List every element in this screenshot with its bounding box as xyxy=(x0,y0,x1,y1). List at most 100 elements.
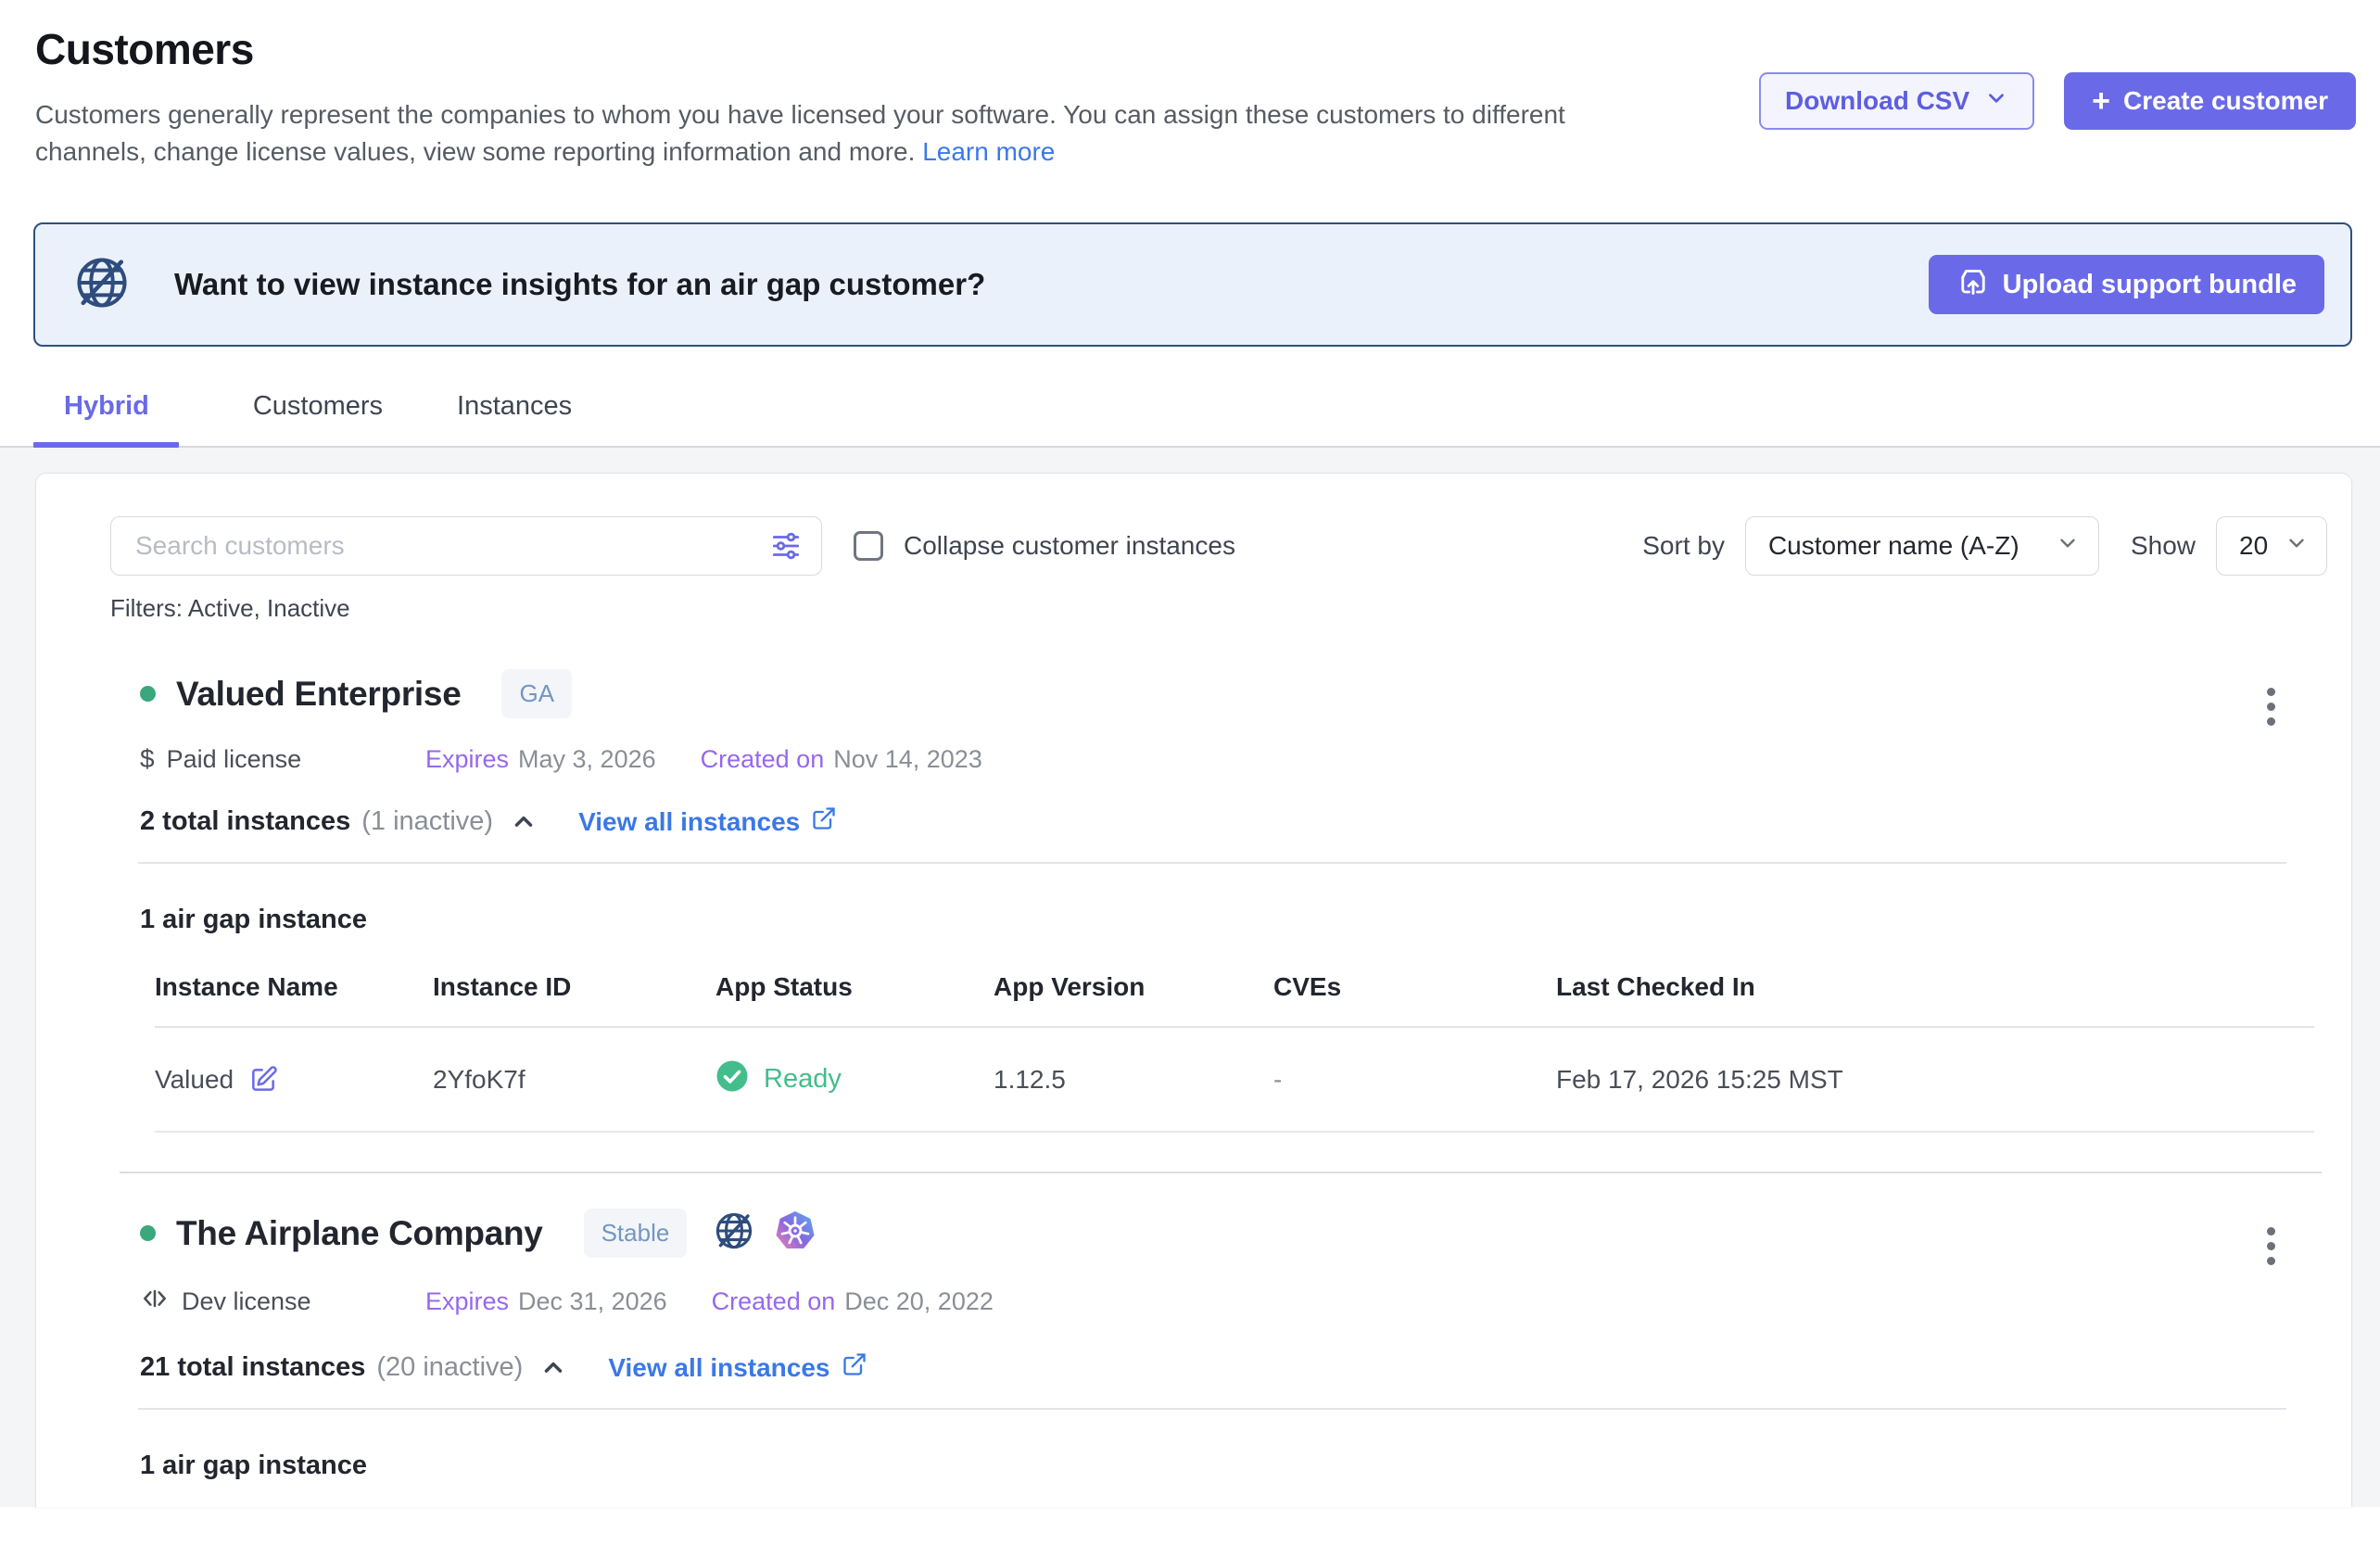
sort-select-value: Customer name (A-Z) xyxy=(1768,531,2019,561)
divider xyxy=(138,862,2286,864)
last-checked-in: Feb 17, 2026 15:25 MST xyxy=(1556,1027,2314,1132)
show-label: Show xyxy=(2131,531,2196,561)
active-filters-text: Filters: Active, Inactive xyxy=(110,594,2351,623)
learn-more-link[interactable]: Learn more xyxy=(922,137,1055,166)
sort-select[interactable]: Customer name (A-Z) xyxy=(1745,516,2099,576)
page-title: Customers xyxy=(35,24,2352,74)
chevron-down-icon xyxy=(2056,531,2080,562)
upload-bundle-label: Upload support bundle xyxy=(2003,270,2297,300)
filter-sliders-icon[interactable] xyxy=(768,528,804,568)
cves-value: - xyxy=(1273,1027,1556,1132)
page-description: Customers generally represent the compan… xyxy=(35,96,1666,171)
download-csv-button[interactable]: Download CSV xyxy=(1759,72,2034,130)
tab-customers[interactable]: Customers xyxy=(253,391,383,446)
upload-support-bundle-button[interactable]: Upload support bundle xyxy=(1929,255,2324,314)
install-type-icons xyxy=(713,1210,817,1257)
view-all-instances-link[interactable]: View all instances xyxy=(578,805,837,838)
download-csv-label: Download CSV xyxy=(1785,86,1969,116)
customer-menu-button[interactable] xyxy=(2261,682,2281,731)
customer-meta-row: Dev license Expires Dec 31, 2026 Created… xyxy=(140,1284,2351,1320)
toolbar: Collapse customer instances Sort by Cust… xyxy=(110,516,2351,576)
col-app-status: App Status xyxy=(715,972,994,1027)
channel-badge: GA xyxy=(501,669,572,718)
external-link-icon xyxy=(811,805,837,838)
code-icon xyxy=(140,1284,170,1320)
active-status-dot xyxy=(140,686,156,702)
airgap-globe-icon xyxy=(72,253,132,317)
collapse-caret-icon[interactable] xyxy=(539,1354,567,1382)
collapse-caret-icon[interactable] xyxy=(510,808,538,836)
created-on-label: Created on xyxy=(712,1287,836,1316)
expires-value: Dec 31, 2026 xyxy=(518,1287,667,1316)
create-customer-button[interactable]: + Create customer xyxy=(2064,72,2356,130)
airgap-globe-icon xyxy=(713,1210,755,1257)
upload-bundle-icon xyxy=(1956,264,1990,305)
page-header: Customers Download CSV + Create customer… xyxy=(0,0,2380,171)
created-on-label: Created on xyxy=(701,745,825,774)
license-type-label: Paid license xyxy=(167,745,302,774)
view-all-instances-label: View all instances xyxy=(578,807,800,837)
customer-section-airplane-company: The Airplane Company Stable xyxy=(110,1209,2351,1507)
created-on-value: Nov 14, 2023 xyxy=(833,745,982,774)
customer-name[interactable]: Valued Enterprise xyxy=(176,675,461,714)
col-instance-name: Instance Name xyxy=(155,972,433,1027)
header-actions: Download CSV + Create customer xyxy=(1759,72,2356,130)
customer-head: Valued Enterprise GA xyxy=(140,669,2351,718)
expires-label: Expires xyxy=(425,1287,509,1316)
channel-badge: Stable xyxy=(584,1209,688,1258)
content-area: Collapse customer instances Sort by Cust… xyxy=(0,448,2380,1507)
col-last-checked-in: Last Checked In xyxy=(1556,972,2314,1027)
banner-title: Want to view instance insights for an ai… xyxy=(174,267,985,302)
license-type-label: Dev license xyxy=(182,1287,311,1316)
airgap-instance-heading: 1 air gap instance xyxy=(140,1451,2351,1481)
divider xyxy=(138,1408,2286,1410)
license-type: Dev license xyxy=(140,1284,425,1320)
chevron-down-icon xyxy=(1984,86,2008,117)
dollar-icon: $ xyxy=(140,744,155,774)
table-row: Valued 2YfoK7f xyxy=(155,1027,2314,1132)
instances-summary-row: 21 total instances (20 inactive) View al… xyxy=(140,1351,2351,1384)
description-text: Customers generally represent the compan… xyxy=(35,100,1565,166)
expires-value: May 3, 2026 xyxy=(518,745,656,774)
customer-section-valued-enterprise: Valued Enterprise GA $ Paid license Expi… xyxy=(110,669,2351,1133)
col-app-version: App Version xyxy=(994,972,1273,1027)
view-all-instances-label: View all instances xyxy=(608,1353,829,1383)
inactive-instances: (20 inactive) xyxy=(376,1352,523,1383)
sort-by-label: Sort by xyxy=(1642,531,1725,561)
active-status-dot xyxy=(140,1225,156,1241)
collapse-instances-checkbox[interactable] xyxy=(854,531,883,561)
expires-label: Expires xyxy=(425,745,509,774)
instances-summary-row: 2 total instances (1 inactive) View all … xyxy=(140,805,2351,838)
customer-menu-button[interactable] xyxy=(2261,1222,2281,1271)
tab-hybrid[interactable]: Hybrid xyxy=(33,391,179,446)
customers-card: Collapse customer instances Sort by Cust… xyxy=(35,473,2352,1507)
total-instances: 21 total instances xyxy=(140,1352,365,1383)
collapse-instances-label: Collapse customer instances xyxy=(904,531,1235,561)
show-select[interactable]: 20 xyxy=(2216,516,2327,576)
edit-instance-name-icon[interactable] xyxy=(248,1065,278,1095)
col-instance-id: Instance ID xyxy=(433,972,715,1027)
search-input[interactable] xyxy=(110,516,822,576)
license-type: $ Paid license xyxy=(140,744,425,774)
total-instances: 2 total instances xyxy=(140,806,350,837)
created-on-value: Dec 20, 2022 xyxy=(844,1287,994,1316)
instance-name: Valued xyxy=(155,1065,234,1095)
create-customer-label: Create customer xyxy=(2123,86,2328,116)
airgap-instance-heading: 1 air gap instance xyxy=(140,905,2351,935)
tab-bar: Hybrid Customers Instances xyxy=(0,391,2380,448)
external-link-icon xyxy=(842,1351,867,1384)
tab-instances[interactable]: Instances xyxy=(457,391,572,446)
kubernetes-icon xyxy=(774,1210,817,1257)
app-version: 1.12.5 xyxy=(994,1027,1273,1132)
view-all-instances-link[interactable]: View all instances xyxy=(608,1351,867,1384)
airgap-instances-table: Instance Name Instance ID App Status App… xyxy=(155,972,2314,1133)
show-select-value: 20 xyxy=(2239,531,2268,561)
customer-name[interactable]: The Airplane Company xyxy=(176,1214,543,1253)
search-wrap xyxy=(110,516,822,576)
chevron-down-icon xyxy=(2285,531,2309,562)
collapse-instances-control[interactable]: Collapse customer instances xyxy=(854,531,1235,561)
customer-head: The Airplane Company Stable xyxy=(140,1209,2351,1258)
plus-icon: + xyxy=(2092,85,2110,117)
col-cves: CVEs xyxy=(1273,972,1556,1027)
customer-divider xyxy=(120,1172,2322,1173)
